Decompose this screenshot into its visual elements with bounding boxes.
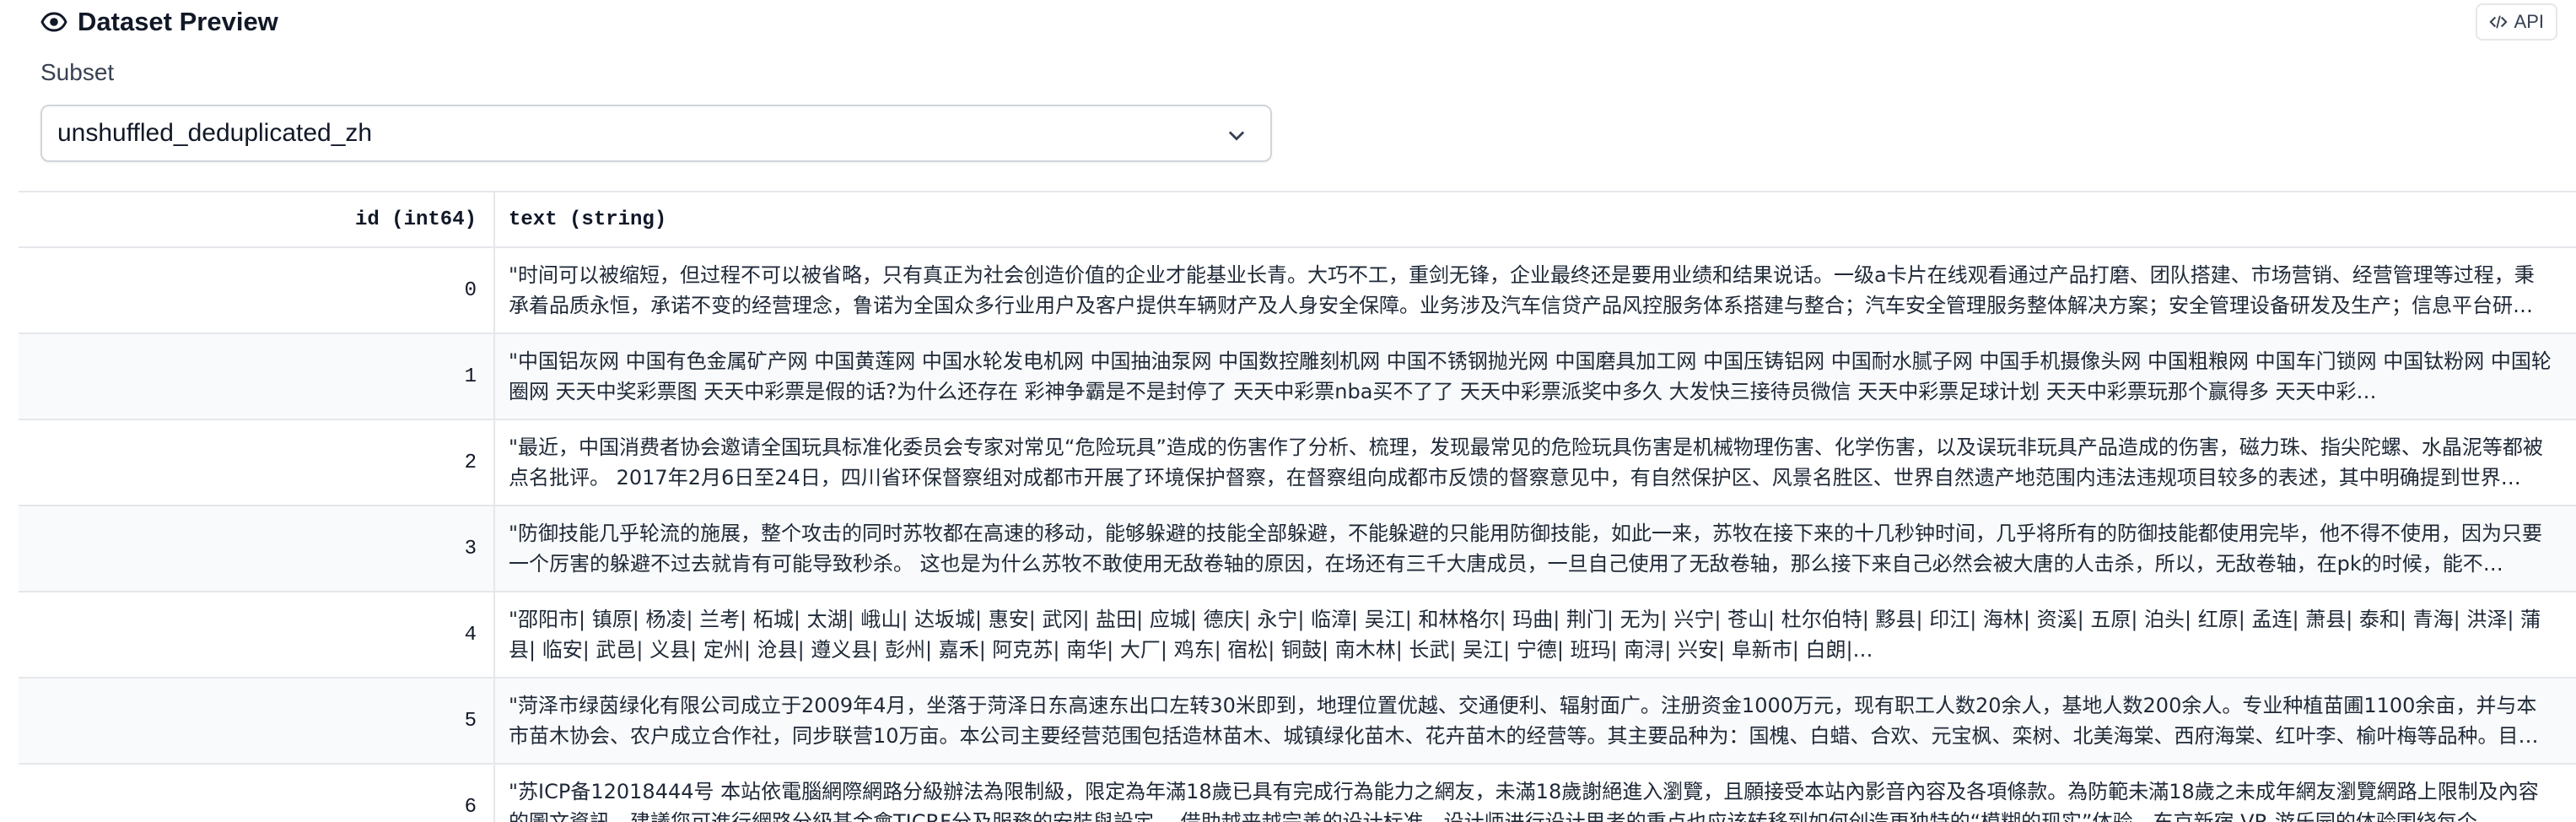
subset-select[interactable]: unshuffled_deduplicated_zh — [40, 105, 1272, 162]
row-id: 2 — [19, 419, 495, 506]
subset-label: Subset — [40, 59, 115, 85]
table-row[interactable]: 2 "最近，中国消费者协会邀请全国玩具标准化委员会专家对常见“危险玩具”造成的伤… — [19, 419, 2576, 506]
row-text-cell[interactable]: "菏泽市绿茵绿化有限公司成立于2009年4月，坐落于菏泽日东高速东出口左转30米… — [494, 678, 2576, 765]
table-row[interactable]: 3 "防御技能几乎轮流的施展，整个攻击的同时苏牧都在高速的移动，能够躲避的技能全… — [19, 506, 2576, 592]
row-id: 3 — [19, 506, 495, 592]
row-text: "苏ICP备12018444号 本站依電腦網際網路分級辦法為限制級，限定為年滿1… — [509, 780, 2539, 822]
table-row[interactable]: 4 "邵阳市| 镇原| 杨凌| 兰考| 柘城| 太湖| 峨山| 达坂城| 惠安|… — [19, 592, 2576, 679]
column-header-text[interactable]: text (string) — [494, 192, 2576, 248]
dataset-preview-header: Dataset Preview — [40, 5, 278, 39]
column-header-id[interactable]: id (int64) — [19, 192, 495, 248]
table-header-row: id (int64) text (string) — [19, 192, 2576, 248]
row-text-cell[interactable]: "时间可以被缩短，但过程不可以被省略，只有真正为社会创造价值的企业才能基业长青。… — [494, 247, 2576, 334]
table-row[interactable]: 5 "菏泽市绿茵绿化有限公司成立于2009年4月，坐落于菏泽日东高速东出口左转3… — [19, 678, 2576, 765]
row-text-cell[interactable]: "苏ICP备12018444号 本站依電腦網際網路分級辦法為限制級，限定為年滿1… — [494, 764, 2576, 822]
row-id: 5 — [19, 678, 495, 765]
row-text-cell[interactable]: "中国铝灰网 中国有色金属矿产网 中国黄莲网 中国水轮发电机网 中国抽油泵网 中… — [494, 333, 2576, 420]
api-button[interactable]: API — [2475, 3, 2557, 41]
table-row[interactable]: 6 "苏ICP备12018444号 本站依電腦網際網路分級辦法為限制級，限定為年… — [19, 764, 2576, 822]
row-text: "菏泽市绿茵绿化有限公司成立于2009年4月，坐落于菏泽日东高速东出口左转30米… — [509, 694, 2539, 748]
row-text: "最近，中国消费者协会邀请全国玩具标准化委员会专家对常见“危险玩具”造成的伤害作… — [509, 435, 2543, 489]
dataset-table[interactable]: id (int64) text (string) 0 "时间可以被缩短，但过程不… — [19, 191, 2576, 822]
page-title: Dataset Preview — [78, 7, 278, 36]
chevron-down-icon — [1228, 131, 1245, 141]
api-button-label: API — [2514, 11, 2544, 32]
table-row[interactable]: 1 "中国铝灰网 中国有色金属矿产网 中国黄莲网 中国水轮发电机网 中国抽油泵网… — [19, 333, 2576, 420]
row-text-cell[interactable]: "邵阳市| 镇原| 杨凌| 兰考| 柘城| 太湖| 峨山| 达坂城| 惠安| 武… — [494, 592, 2576, 679]
eye-icon — [40, 12, 67, 32]
row-id: 0 — [19, 247, 495, 334]
subset-selected-value: unshuffled_deduplicated_zh — [57, 119, 373, 147]
row-text: "邵阳市| 镇原| 杨凌| 兰考| 柘城| 太湖| 峨山| 达坂城| 惠安| 武… — [509, 608, 2541, 662]
row-text: "防御技能几乎轮流的施展，整个攻击的同时苏牧都在高速的移动，能够躲避的技能全部躲… — [509, 522, 2543, 576]
table-row[interactable]: 0 "时间可以被缩短，但过程不可以被省略，只有真正为社会创造价值的企业才能基业长… — [19, 247, 2576, 334]
row-id: 6 — [19, 764, 495, 822]
row-text-cell[interactable]: "防御技能几乎轮流的施展，整个攻击的同时苏牧都在高速的移动，能够躲避的技能全部躲… — [494, 506, 2576, 592]
row-text: "中国铝灰网 中国有色金属矿产网 中国黄莲网 中国水轮发电机网 中国抽油泵网 中… — [509, 349, 2552, 403]
row-id: 1 — [19, 333, 495, 420]
row-text: "时间可以被缩短，但过程不可以被省略，只有真正为社会创造价值的企业才能基业长青。… — [509, 263, 2535, 317]
row-id: 4 — [19, 592, 495, 679]
row-text-cell[interactable]: "最近，中国消费者协会邀请全国玩具标准化委员会专家对常见“危险玩具”造成的伤害作… — [494, 419, 2576, 506]
code-icon — [2488, 15, 2508, 29]
